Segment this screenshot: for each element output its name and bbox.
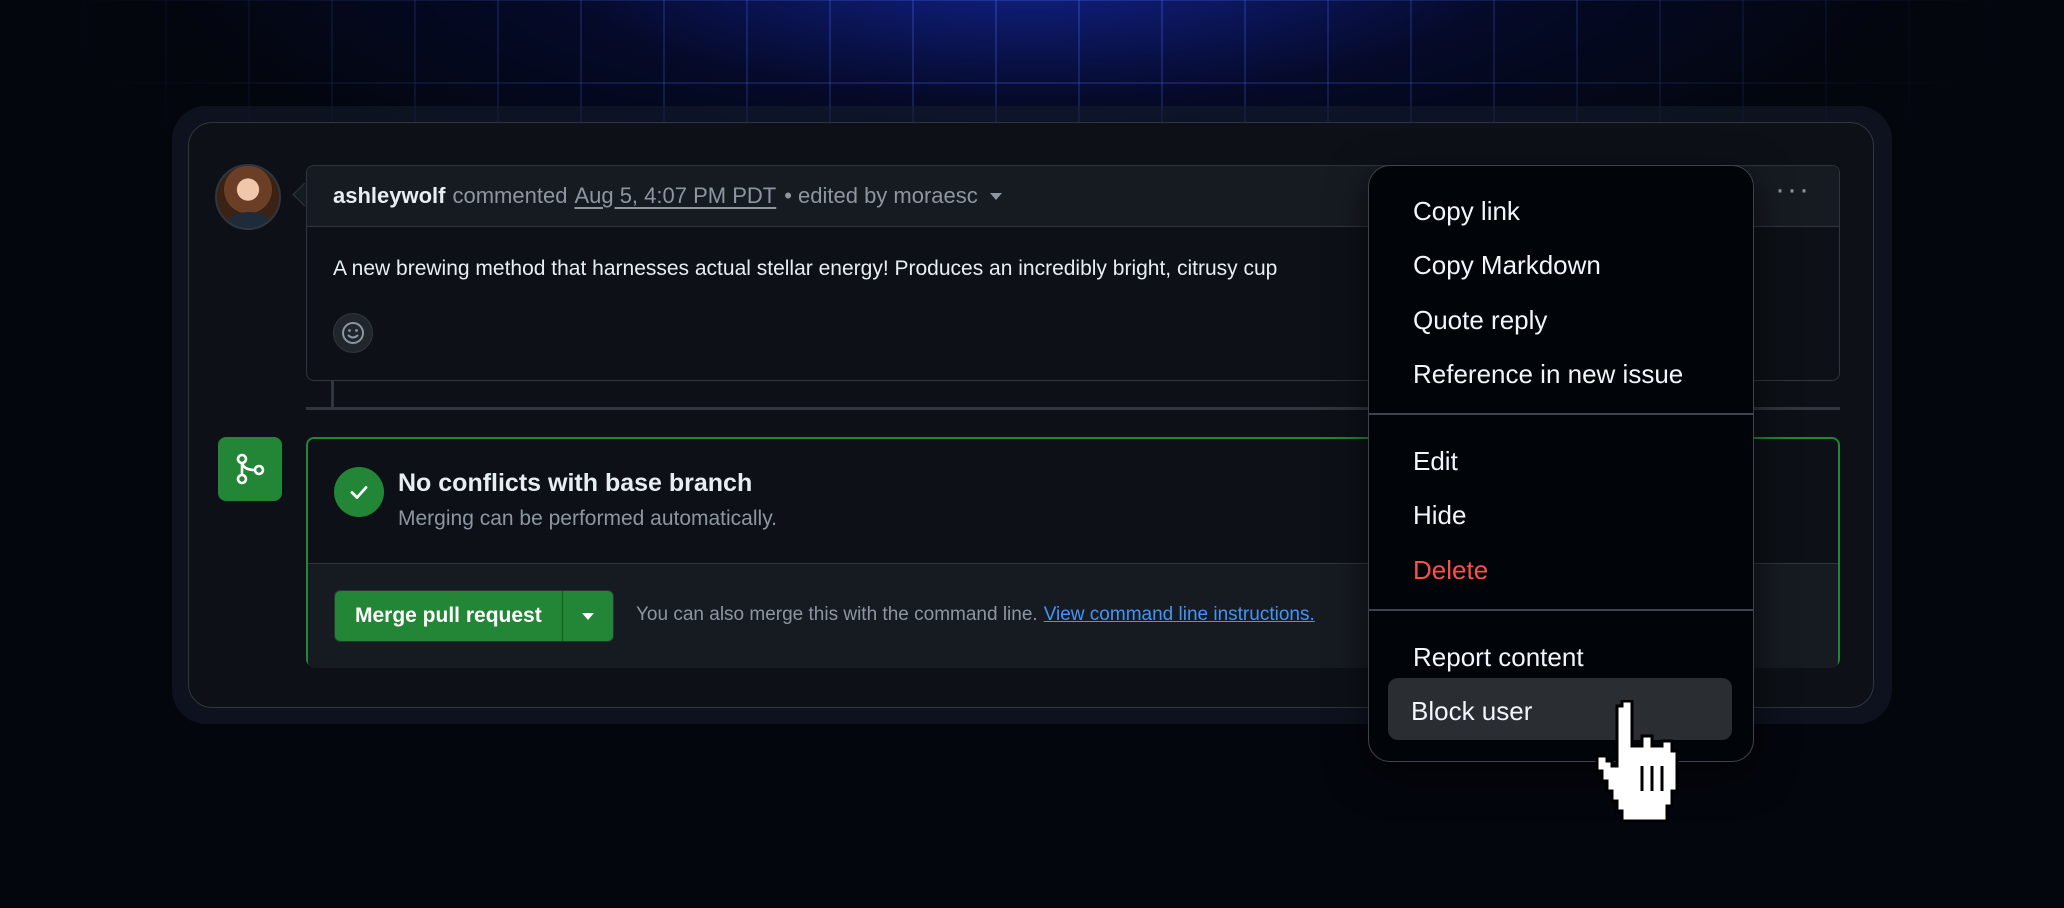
comment-action: commented xyxy=(452,183,568,208)
merge-method-dropdown-button[interactable] xyxy=(561,591,613,641)
comment-options-menu: Copy link Copy Markdown Quote reply Refe… xyxy=(1368,165,1754,762)
menu-item-reference-issue[interactable]: Reference in new issue xyxy=(1413,359,1683,390)
git-merge-icon xyxy=(218,437,282,501)
merge-button-group: Merge pull request xyxy=(334,590,614,642)
menu-divider xyxy=(1369,609,1753,611)
menu-item-copy-link[interactable]: Copy link xyxy=(1413,196,1520,227)
merge-status-title: No conflicts with base branch xyxy=(398,469,753,497)
more-options-icon[interactable]: ··· xyxy=(1773,175,1813,210)
menu-item-copy-markdown[interactable]: Copy Markdown xyxy=(1413,250,1601,281)
menu-item-delete[interactable]: Delete xyxy=(1413,555,1488,586)
check-icon xyxy=(334,467,384,517)
timeline-connector xyxy=(331,381,334,409)
command-line-instructions-link[interactable]: View command line instructions. xyxy=(1044,604,1315,625)
command-line-hint-text: You can also merge this with the command… xyxy=(636,604,1038,625)
menu-divider xyxy=(1369,413,1753,415)
chevron-down-icon xyxy=(581,612,594,620)
command-line-hint: You can also merge this with the command… xyxy=(636,604,1315,626)
menu-item-quote-reply[interactable]: Quote reply xyxy=(1413,305,1547,336)
comment-edited: • edited by moraesc xyxy=(784,183,978,208)
comment-author[interactable]: ashleywolf xyxy=(333,183,445,209)
edit-history-chevron-down-icon[interactable] xyxy=(989,192,1002,200)
add-reaction-button[interactable] xyxy=(333,313,373,353)
comment-timestamp[interactable]: Aug 5, 4:07 PM PDT xyxy=(574,183,776,209)
merge-pull-request-button[interactable]: Merge pull request xyxy=(335,591,562,641)
avatar[interactable] xyxy=(215,164,281,230)
menu-item-edit[interactable]: Edit xyxy=(1413,446,1458,477)
menu-item-report-content[interactable]: Report content xyxy=(1413,642,1584,673)
menu-item-hide[interactable]: Hide xyxy=(1413,500,1466,531)
hand-pointer-cursor-icon xyxy=(1595,700,1679,822)
smiley-icon xyxy=(342,322,364,344)
menu-item-block-user[interactable]: Block user xyxy=(1411,696,1532,727)
merge-status-subtitle: Merging can be performed automatically. xyxy=(398,507,777,530)
